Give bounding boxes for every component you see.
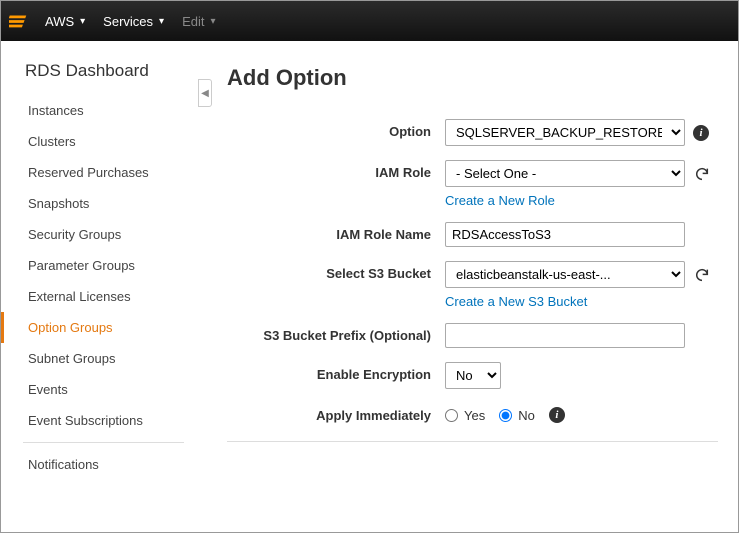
sidebar-item-parameter-groups[interactable]: Parameter Groups <box>1 250 198 281</box>
sidebar-item-label: External Licenses <box>28 289 131 304</box>
page-title: Add Option <box>227 65 718 91</box>
option-select[interactable]: SQLSERVER_BACKUP_RESTORE <box>445 119 685 146</box>
sidebar-item-external-licenses[interactable]: External Licenses <box>1 281 198 312</box>
nav-services[interactable]: Services ▾ <box>103 14 164 29</box>
refresh-icon[interactable] <box>693 266 711 284</box>
row-iam-role: IAM Role - Select One - Create a New Rol… <box>227 160 718 208</box>
sidebar-item-reserved-purchases[interactable]: Reserved Purchases <box>1 157 198 188</box>
form-separator <box>227 441 718 442</box>
apply-no-label: No <box>518 408 535 423</box>
info-icon[interactable]: i <box>693 125 709 141</box>
caret-down-icon: ▾ <box>210 16 215 27</box>
sidebar-item-label: Option Groups <box>28 320 113 335</box>
s3-prefix-input[interactable] <box>445 323 685 348</box>
caret-down-icon: ▾ <box>80 16 85 27</box>
sidebar-item-clusters[interactable]: Clusters <box>1 126 198 157</box>
sidebar-item-label: Notifications <box>28 457 99 472</box>
nav-edit-label: Edit <box>182 14 204 29</box>
sidebar-divider <box>23 442 184 443</box>
sidebar-item-label: Security Groups <box>28 227 121 242</box>
sidebar-item-security-groups[interactable]: Security Groups <box>1 219 198 250</box>
apply-yes-radio[interactable] <box>445 409 458 422</box>
nav-aws[interactable]: AWS ▾ <box>45 14 85 29</box>
row-s3-bucket: Select S3 Bucket elasticbeanstalk-us-eas… <box>227 261 718 309</box>
row-option: Option SQLSERVER_BACKUP_RESTORE i <box>227 119 718 146</box>
row-s3-prefix: S3 Bucket Prefix (Optional) <box>227 323 718 348</box>
iam-role-label: IAM Role <box>227 160 445 180</box>
refresh-icon[interactable] <box>693 165 711 183</box>
s3-bucket-label: Select S3 Bucket <box>227 261 445 281</box>
sidebar-item-label: Clusters <box>28 134 76 149</box>
sidebar-item-instances[interactable]: Instances <box>1 95 198 126</box>
s3-bucket-select[interactable]: elasticbeanstalk-us-east-... <box>445 261 685 288</box>
row-apply-immediately: Apply Immediately Yes No i <box>227 403 718 423</box>
sidebar-item-event-subscriptions[interactable]: Event Subscriptions <box>1 405 198 436</box>
sidebar-item-label: Event Subscriptions <box>28 413 143 428</box>
sidebar-item-events[interactable]: Events <box>1 374 198 405</box>
nav-edit[interactable]: Edit ▾ <box>182 14 215 29</box>
main-panel: Add Option Option SQLSERVER_BACKUP_RESTO… <box>199 41 738 532</box>
top-nav: AWS ▾ Services ▾ Edit ▾ <box>1 1 738 41</box>
sidebar-item-snapshots[interactable]: Snapshots <box>1 188 198 219</box>
s3-prefix-label: S3 Bucket Prefix (Optional) <box>227 323 445 343</box>
sidebar-item-label: Parameter Groups <box>28 258 135 273</box>
aws-logo-icon <box>9 10 31 32</box>
apply-label: Apply Immediately <box>227 403 445 423</box>
sidebar-item-label: Events <box>28 382 68 397</box>
encryption-label: Enable Encryption <box>227 362 445 382</box>
create-role-link[interactable]: Create a New Role <box>445 193 718 208</box>
iam-role-name-input[interactable] <box>445 222 685 247</box>
sidebar-item-label: Subnet Groups <box>28 351 115 366</box>
nav-aws-label: AWS <box>45 14 74 29</box>
sidebar-title: RDS Dashboard <box>25 61 198 81</box>
sidebar-item-label: Snapshots <box>28 196 89 211</box>
sidebar-item-option-groups[interactable]: Option Groups <box>1 312 198 343</box>
option-label: Option <box>227 119 445 139</box>
row-iam-role-name: IAM Role Name <box>227 222 718 247</box>
info-icon[interactable]: i <box>549 407 565 423</box>
nav-services-label: Services <box>103 14 153 29</box>
sidebar-item-label: Instances <box>28 103 84 118</box>
sidebar-item-notifications[interactable]: Notifications <box>1 449 198 480</box>
iam-role-name-label: IAM Role Name <box>227 222 445 242</box>
apply-no-radio[interactable] <box>499 409 512 422</box>
apply-yes-label: Yes <box>464 408 485 423</box>
encryption-select[interactable]: No <box>445 362 501 389</box>
row-encryption: Enable Encryption No <box>227 362 718 389</box>
sidebar-item-label: Reserved Purchases <box>28 165 149 180</box>
create-bucket-link[interactable]: Create a New S3 Bucket <box>445 294 718 309</box>
iam-role-select[interactable]: - Select One - <box>445 160 685 187</box>
sidebar-item-subnet-groups[interactable]: Subnet Groups <box>1 343 198 374</box>
caret-down-icon: ▾ <box>159 16 164 27</box>
sidebar: RDS Dashboard Instances Clusters Reserve… <box>1 41 199 532</box>
